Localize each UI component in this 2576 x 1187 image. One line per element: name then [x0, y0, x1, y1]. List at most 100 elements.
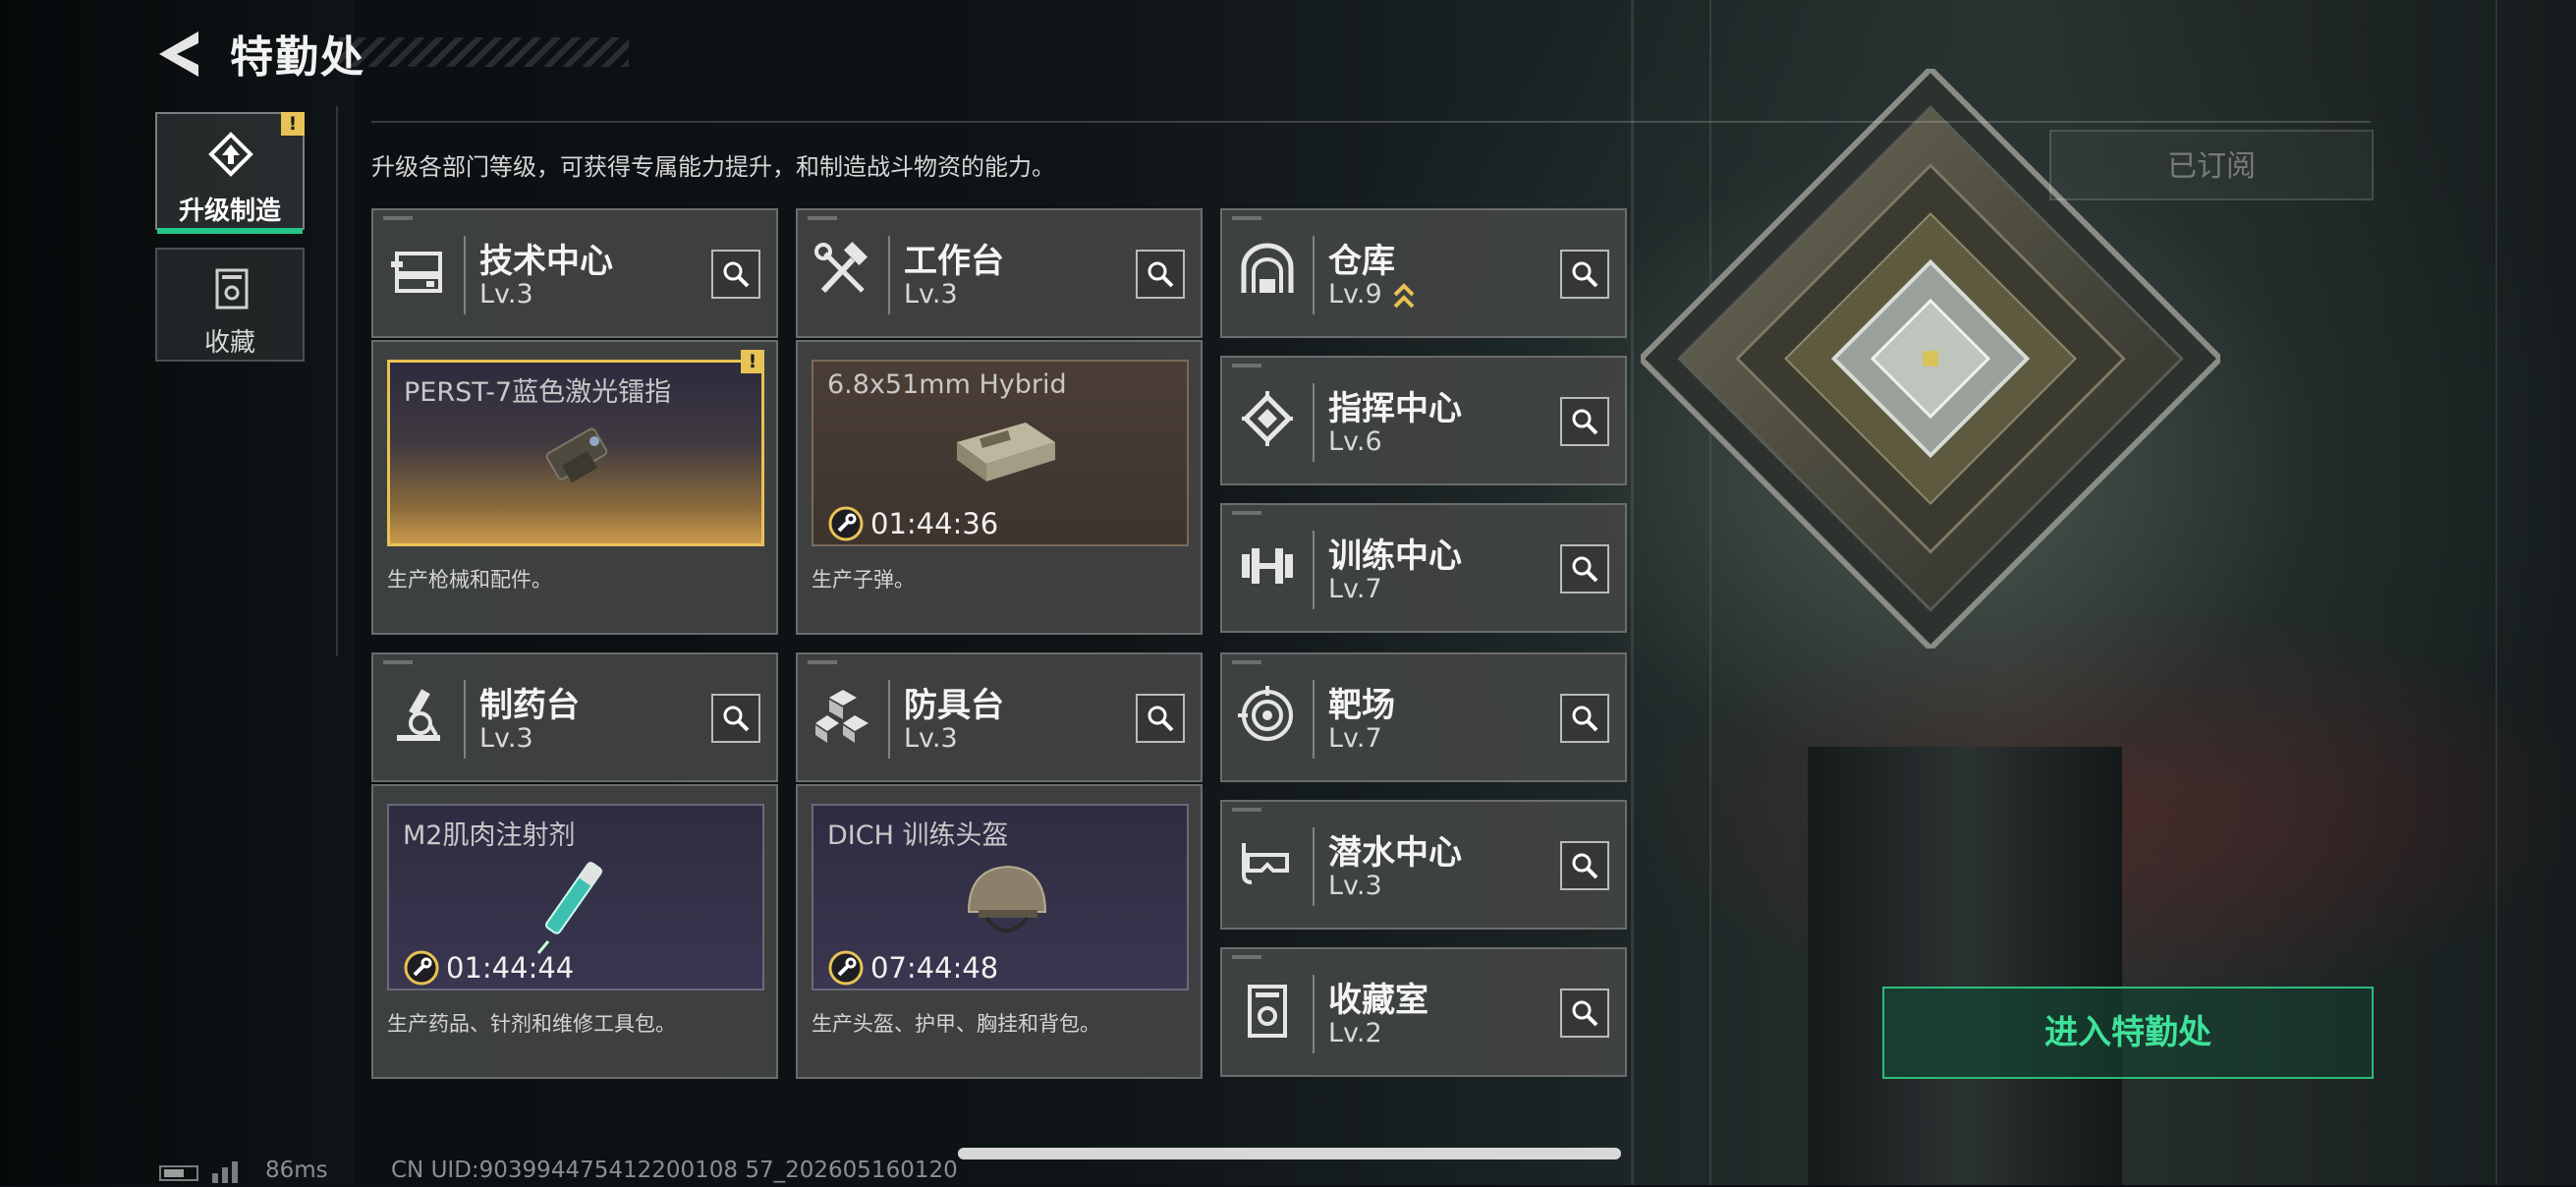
collection-bin-icon	[1236, 979, 1299, 1042]
dept-card-workbench[interactable]: 工作台 Lv.3	[796, 208, 1203, 338]
cubes-icon	[812, 684, 874, 747]
separator	[1313, 975, 1315, 1053]
search-button[interactable]	[1560, 397, 1609, 446]
chip-icon	[1236, 387, 1299, 450]
dept-card-armor-bench[interactable]: 防具台 Lv.3	[796, 652, 1203, 782]
card-corner-mark	[383, 216, 413, 220]
bg-beam	[2495, 0, 2497, 1185]
dept-card-pharmacy[interactable]: 制药台 Lv.3	[371, 652, 778, 782]
alert-badge: !	[281, 112, 305, 136]
dept-name: 收藏室	[1328, 981, 1428, 1020]
card-corner-mark	[808, 660, 837, 664]
dept-level: Lv.3	[1328, 871, 1382, 901]
production-card-workbench: 6.8x51mm Hybrid 01:44:36 生产子弹。	[796, 340, 1203, 635]
dept-level: Lv.9	[1328, 279, 1382, 310]
dept-level: Lv.6	[1328, 426, 1382, 457]
collection-bin-icon	[214, 267, 250, 311]
home-indicator[interactable]	[958, 1148, 1621, 1159]
wrench-clock-icon	[828, 506, 864, 541]
active-indicator	[157, 228, 303, 234]
production-slot[interactable]: PERST-7蓝色激光镭指	[387, 360, 764, 546]
search-icon	[1572, 1000, 1598, 1027]
dept-level: Lv.7	[1328, 574, 1382, 604]
item-name: DICH 训练头盔	[827, 820, 1009, 851]
separator	[1313, 236, 1315, 314]
search-button[interactable]	[1560, 250, 1609, 299]
timer-text: 01:44:36	[870, 507, 999, 540]
dept-card-shooting-range[interactable]: 靶场 Lv.7	[1220, 652, 1627, 782]
dept-card-tech-center[interactable]: 技术中心 Lv.3	[371, 208, 778, 338]
dept-card-warehouse[interactable]: 仓库 Lv.9	[1220, 208, 1627, 338]
target-icon	[1236, 684, 1299, 747]
warehouse-icon	[1236, 240, 1299, 303]
production-slot[interactable]: 6.8x51mm Hybrid 01:44:36	[812, 360, 1189, 546]
search-icon	[1572, 409, 1598, 435]
search-button[interactable]	[1560, 694, 1609, 743]
wrench-clock-icon	[404, 950, 439, 986]
search-button[interactable]	[1136, 250, 1185, 299]
subscribed-button[interactable]: 已订阅	[2049, 130, 2374, 200]
production-card-armor-bench: DICH 训练头盔 07:44:48 生产头盔、护甲、胸挂和背包。	[796, 784, 1203, 1079]
search-button[interactable]	[1560, 989, 1609, 1038]
production-description: 生产子弹。	[812, 568, 915, 592]
dumbbell-icon	[1236, 535, 1299, 597]
back-arrow-icon[interactable]	[155, 28, 202, 81]
dept-card-training-center[interactable]: 训练中心 Lv.7	[1220, 503, 1627, 633]
dept-name: 仓库	[1328, 242, 1395, 281]
dept-name: 指挥中心	[1328, 389, 1462, 428]
search-button[interactable]	[711, 694, 760, 743]
tab-label: 收藏	[203, 328, 255, 358]
search-button[interactable]	[1560, 544, 1609, 594]
divider	[336, 106, 338, 656]
dept-card-collection-room[interactable]: 收藏室 Lv.2	[1220, 947, 1627, 1077]
item-name: 6.8x51mm Hybrid	[827, 369, 1067, 400]
upgrade-icon	[208, 132, 253, 177]
injector-image	[527, 849, 625, 961]
dept-level: Lv.3	[479, 723, 533, 754]
dept-name: 防具台	[904, 686, 1004, 725]
divider	[371, 121, 2371, 123]
production-slot[interactable]: M2肌肉注射剂 01:44:44	[387, 804, 764, 990]
production-description: 生产头盔、护甲、胸挂和背包。	[812, 1012, 1100, 1036]
dept-card-diving-center[interactable]: 潜水中心 Lv.3	[1220, 800, 1627, 930]
card-corner-mark	[1232, 511, 1261, 515]
separator	[888, 236, 890, 314]
separator	[464, 236, 466, 314]
diving-mask-icon	[1236, 831, 1299, 894]
user-uid: CN UID:903994475412200108 57_20260516012…	[391, 1158, 958, 1183]
dept-name: 工作台	[904, 242, 1004, 281]
card-corner-mark	[1232, 364, 1261, 367]
battery-icon	[159, 1165, 198, 1181]
search-icon	[1572, 556, 1598, 583]
card-corner-mark	[1232, 660, 1261, 664]
card-corner-mark	[1232, 808, 1261, 812]
dept-level: Lv.3	[904, 279, 958, 310]
tab-upgrade-craft[interactable]: 升级制造 !	[155, 112, 305, 234]
search-button[interactable]	[711, 250, 760, 299]
dept-name: 训练中心	[1328, 537, 1462, 576]
background-pillar	[1808, 747, 2122, 1185]
hammer-wrench-icon	[812, 240, 874, 303]
bg-beam	[1631, 0, 1634, 1185]
search-icon	[723, 706, 750, 732]
search-button[interactable]	[1560, 841, 1609, 890]
search-icon	[1572, 261, 1598, 288]
card-corner-mark	[383, 660, 413, 664]
tab-collection[interactable]: 收藏	[155, 248, 305, 362]
tech-center-icon	[387, 240, 450, 303]
laser-sight-image	[535, 418, 624, 500]
helmet-image	[957, 853, 1055, 955]
production-slot[interactable]: DICH 训练头盔 07:44:48	[812, 804, 1189, 990]
enter-special-ops-button[interactable]: 进入特勤处	[1882, 987, 2374, 1079]
dept-level: Lv.3	[904, 723, 958, 754]
wrench-clock-icon	[828, 950, 864, 986]
production-description: 生产药品、针剂和维修工具包。	[387, 1012, 676, 1036]
search-icon	[1572, 853, 1598, 879]
dept-card-command-center[interactable]: 指挥中心 Lv.6	[1220, 356, 1627, 485]
dept-name: 靶场	[1328, 686, 1395, 725]
search-icon	[1148, 706, 1174, 732]
search-button[interactable]	[1136, 694, 1185, 743]
dept-name: 技术中心	[479, 242, 613, 281]
tab-label: 升级制造	[178, 197, 281, 226]
production-description: 生产枪械和配件。	[387, 568, 552, 592]
